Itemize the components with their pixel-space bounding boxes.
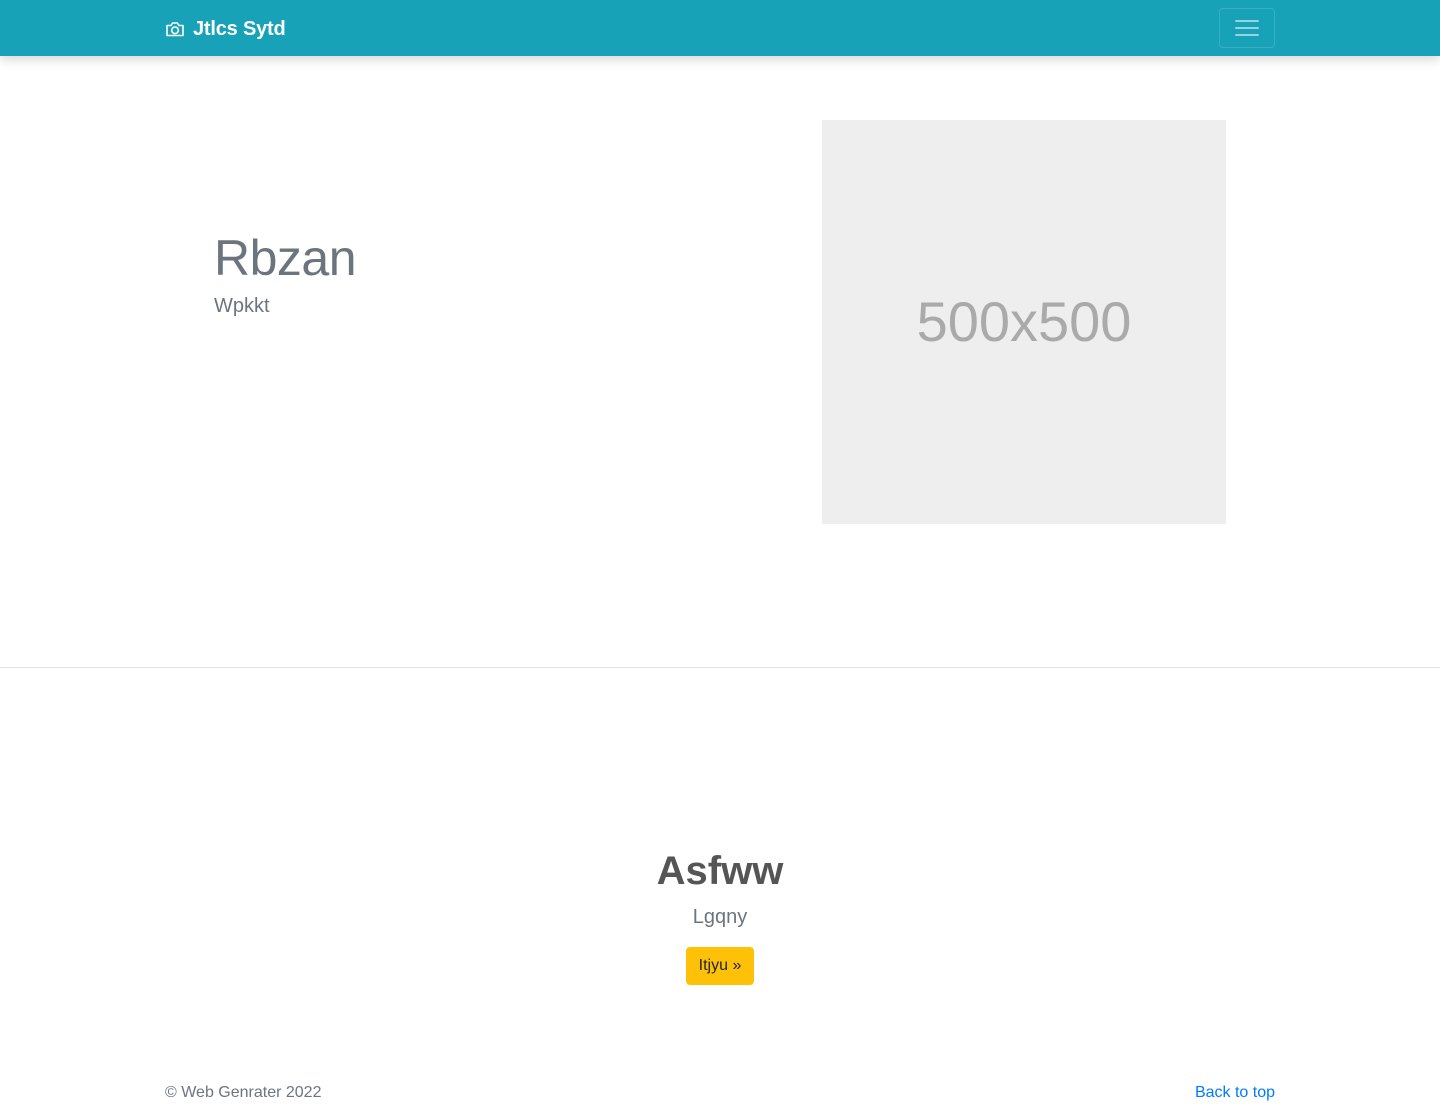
navbar-toggler-button[interactable] xyxy=(1219,8,1275,48)
hero-subtitle: Wpkkt xyxy=(214,295,270,317)
footer-copyright: © Web Genrater 2022 xyxy=(165,1084,322,1101)
placeholder-label: 500x500 xyxy=(916,290,1132,353)
cta-button[interactable]: Itjyu » xyxy=(686,947,754,985)
hamburger-menu-icon xyxy=(1234,18,1260,38)
camera-icon xyxy=(165,20,185,38)
cta-title: Asfww xyxy=(656,849,784,893)
back-to-top-link[interactable]: Back to top xyxy=(1195,1083,1275,1103)
cta-subtitle: Lgqny xyxy=(692,906,748,928)
section-divider xyxy=(0,667,1440,668)
hero-image-placeholder: 500x500 xyxy=(822,120,1226,524)
top-navbar: Jtlcs Sytd xyxy=(0,0,1440,56)
brand-link[interactable]: Jtlcs Sytd xyxy=(165,17,286,41)
hero-title: Rbzan xyxy=(214,230,357,286)
brand-name: Jtlcs Sytd xyxy=(193,18,286,40)
